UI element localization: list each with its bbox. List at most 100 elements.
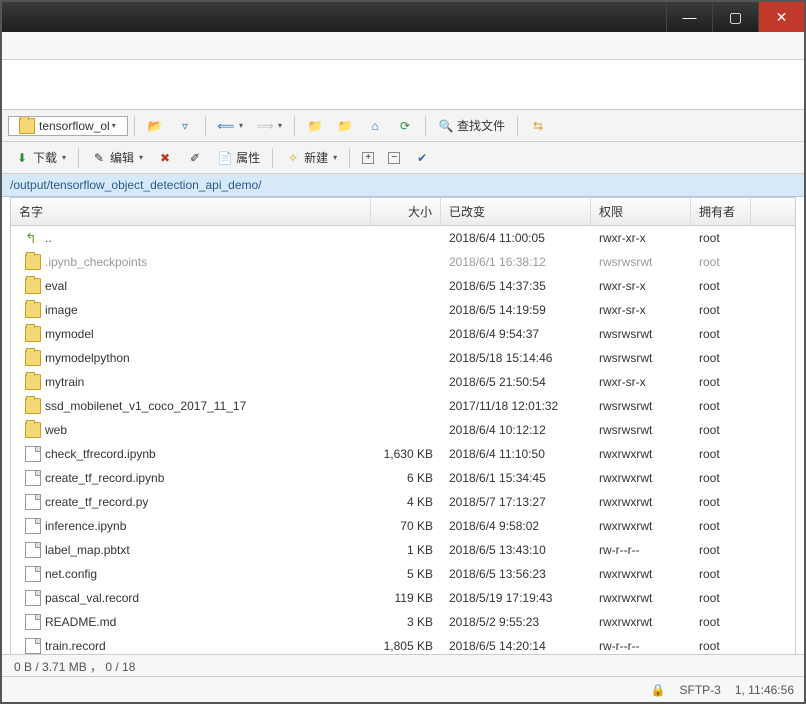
plus-icon: + bbox=[362, 152, 374, 164]
table-row[interactable]: .ipynb_checkpoints2018/6/1 16:38:12rwsrw… bbox=[11, 250, 795, 274]
file-owner: root bbox=[691, 325, 751, 343]
file-size: 5 KB bbox=[371, 565, 441, 583]
sync-button[interactable]: ⇆ bbox=[524, 115, 552, 137]
file-icon bbox=[25, 590, 41, 606]
open-folder-button[interactable]: 📂 bbox=[141, 115, 169, 137]
file-size: 4 KB bbox=[371, 493, 441, 511]
toolbar-secondary: ⬇下载▾ ✎编辑▾ ✖ ✐ 📄属性 ✧新建▾ + − ✔ bbox=[2, 142, 804, 174]
path-bar[interactable]: /output/tensorflow_object_detection_api_… bbox=[2, 174, 804, 197]
address-box[interactable]: tensorflow_ol ▾ bbox=[8, 116, 128, 136]
file-date: 2018/6/4 9:54:37 bbox=[441, 325, 591, 343]
parent-dir-button[interactable]: 📁 bbox=[301, 115, 329, 137]
file-icon bbox=[25, 470, 41, 486]
col-owner[interactable]: 拥有者 bbox=[691, 198, 751, 225]
folder-icon bbox=[19, 118, 35, 134]
file-perm: rwsrwsrwt bbox=[591, 325, 691, 343]
expand-button[interactable]: + bbox=[356, 149, 380, 167]
file-date: 2018/6/5 14:20:14 bbox=[441, 637, 591, 655]
table-row[interactable]: label_map.pbtxt1 KB2018/6/5 13:43:10rw-r… bbox=[11, 538, 795, 562]
properties-button[interactable]: 📄属性 bbox=[211, 146, 266, 169]
table-row[interactable]: eval2018/6/5 14:37:35rwxr-sr-xroot bbox=[11, 274, 795, 298]
col-perm[interactable]: 权限 bbox=[591, 198, 691, 225]
new-icon: ✧ bbox=[285, 150, 301, 166]
back-button[interactable]: ⟸▾ bbox=[212, 115, 249, 137]
table-row[interactable]: mymodel2018/6/4 9:54:37rwsrwsrwtroot bbox=[11, 322, 795, 346]
refresh-icon: ⟳ bbox=[397, 118, 413, 134]
file-perm: rwxrwxrwt bbox=[591, 613, 691, 631]
file-name: mytrain bbox=[45, 375, 84, 389]
new-label: 新建 bbox=[304, 149, 328, 166]
table-row[interactable]: image2018/6/5 14:19:59rwxr-sr-xroot bbox=[11, 298, 795, 322]
sync-icon: ⇆ bbox=[530, 118, 546, 134]
file-perm: rwxrwxrwt bbox=[591, 565, 691, 583]
rename-button[interactable]: ✐ bbox=[181, 147, 209, 169]
file-owner: root bbox=[691, 373, 751, 391]
file-name: net.config bbox=[45, 567, 97, 581]
file-perm: rwxr-sr-x bbox=[591, 301, 691, 319]
file-name: check_tfrecord.ipynb bbox=[45, 447, 156, 461]
root-dir-button[interactable]: 📁 bbox=[331, 115, 359, 137]
folder-icon bbox=[25, 398, 41, 414]
file-name: label_map.pbtxt bbox=[45, 543, 130, 557]
address-text: tensorflow_ol bbox=[39, 119, 110, 133]
file-size: 1,630 KB bbox=[371, 445, 441, 463]
file-icon bbox=[25, 614, 41, 630]
file-owner: root bbox=[691, 301, 751, 319]
table-row[interactable]: create_tf_record.py4 KB2018/5/7 17:13:27… bbox=[11, 490, 795, 514]
file-perm: rwxr-xr-x bbox=[591, 229, 691, 247]
file-owner: root bbox=[691, 517, 751, 535]
file-date: 2018/6/4 10:12:12 bbox=[441, 421, 591, 439]
file-perm: rwsrwsrwt bbox=[591, 349, 691, 367]
find-files-button[interactable]: 🔍查找文件 bbox=[432, 114, 511, 137]
table-row[interactable]: README.md3 KB2018/5/2 9:55:23rwxrwxrwtro… bbox=[11, 610, 795, 634]
file-perm: rwxrwxrwt bbox=[591, 469, 691, 487]
edit-button[interactable]: ✎编辑▾ bbox=[85, 146, 149, 169]
filter-icon: ▿ bbox=[177, 118, 193, 134]
home-button[interactable]: ⌂ bbox=[361, 115, 389, 137]
file-icon bbox=[25, 566, 41, 582]
file-perm: rwxrwxrwt bbox=[591, 589, 691, 607]
file-owner: root bbox=[691, 493, 751, 511]
table-row[interactable]: net.config5 KB2018/6/5 13:56:23rwxrwxrwt… bbox=[11, 562, 795, 586]
maximize-button[interactable]: ▢ bbox=[712, 2, 758, 32]
file-name: eval bbox=[45, 279, 67, 293]
file-perm: rwsrwsrwt bbox=[591, 397, 691, 415]
close-button[interactable]: ✕ bbox=[758, 2, 804, 32]
refresh-button[interactable]: ⟳ bbox=[391, 115, 419, 137]
back-icon: ⟸ bbox=[218, 118, 234, 134]
table-row[interactable]: mytrain2018/6/5 21:50:54rwxr-sr-xroot bbox=[11, 370, 795, 394]
collapse-button[interactable]: − bbox=[382, 149, 406, 167]
table-row[interactable]: web2018/6/4 10:12:12rwsrwsrwtroot bbox=[11, 418, 795, 442]
file-owner: root bbox=[691, 397, 751, 415]
delete-button[interactable]: ✖ bbox=[151, 147, 179, 169]
table-row[interactable]: ssd_mobilenet_v1_coco_2017_11_172017/11/… bbox=[11, 394, 795, 418]
file-size bbox=[371, 284, 441, 288]
file-perm: rwsrwsrwt bbox=[591, 421, 691, 439]
menu-bar bbox=[2, 32, 804, 60]
new-button[interactable]: ✧新建▾ bbox=[279, 146, 343, 169]
filter-button[interactable]: ▿ bbox=[171, 115, 199, 137]
file-name: README.md bbox=[45, 615, 116, 629]
select-button[interactable]: ✔ bbox=[408, 147, 436, 169]
file-date: 2018/6/5 14:37:35 bbox=[441, 277, 591, 295]
table-row[interactable]: pascal_val.record119 KB2018/5/19 17:19:4… bbox=[11, 586, 795, 610]
properties-label: 属性 bbox=[236, 149, 260, 166]
file-icon bbox=[25, 542, 41, 558]
forward-button[interactable]: ⟹▾ bbox=[251, 115, 288, 137]
col-name[interactable]: 名字 bbox=[11, 198, 371, 225]
table-row[interactable]: create_tf_record.ipynb6 KB2018/6/1 15:34… bbox=[11, 466, 795, 490]
col-size[interactable]: 大小 bbox=[371, 198, 441, 225]
col-changed[interactable]: 已改变 bbox=[441, 198, 591, 225]
file-size bbox=[371, 404, 441, 408]
table-row[interactable]: mymodelpython2018/5/18 15:14:46rwsrwsrwt… bbox=[11, 346, 795, 370]
file-list[interactable]: 名字 大小 已改变 权限 拥有者 ..2018/6/4 11:00:05rwxr… bbox=[10, 197, 796, 657]
table-row[interactable]: check_tfrecord.ipynb 1,630 KB2018/6/4 11:… bbox=[11, 442, 795, 466]
window-titlebar: — ▢ ✕ bbox=[2, 2, 804, 32]
download-button[interactable]: ⬇下载▾ bbox=[8, 146, 72, 169]
file-date: 2018/6/4 11:10:50 bbox=[441, 445, 591, 463]
minimize-button[interactable]: — bbox=[666, 2, 712, 32]
file-name: .. bbox=[45, 231, 52, 245]
table-row[interactable]: inference.ipynb70 KB2018/6/4 9:58:02rwxr… bbox=[11, 514, 795, 538]
file-perm: rwxr-sr-x bbox=[591, 277, 691, 295]
table-row[interactable]: ..2018/6/4 11:00:05rwxr-xr-xroot bbox=[11, 226, 795, 250]
